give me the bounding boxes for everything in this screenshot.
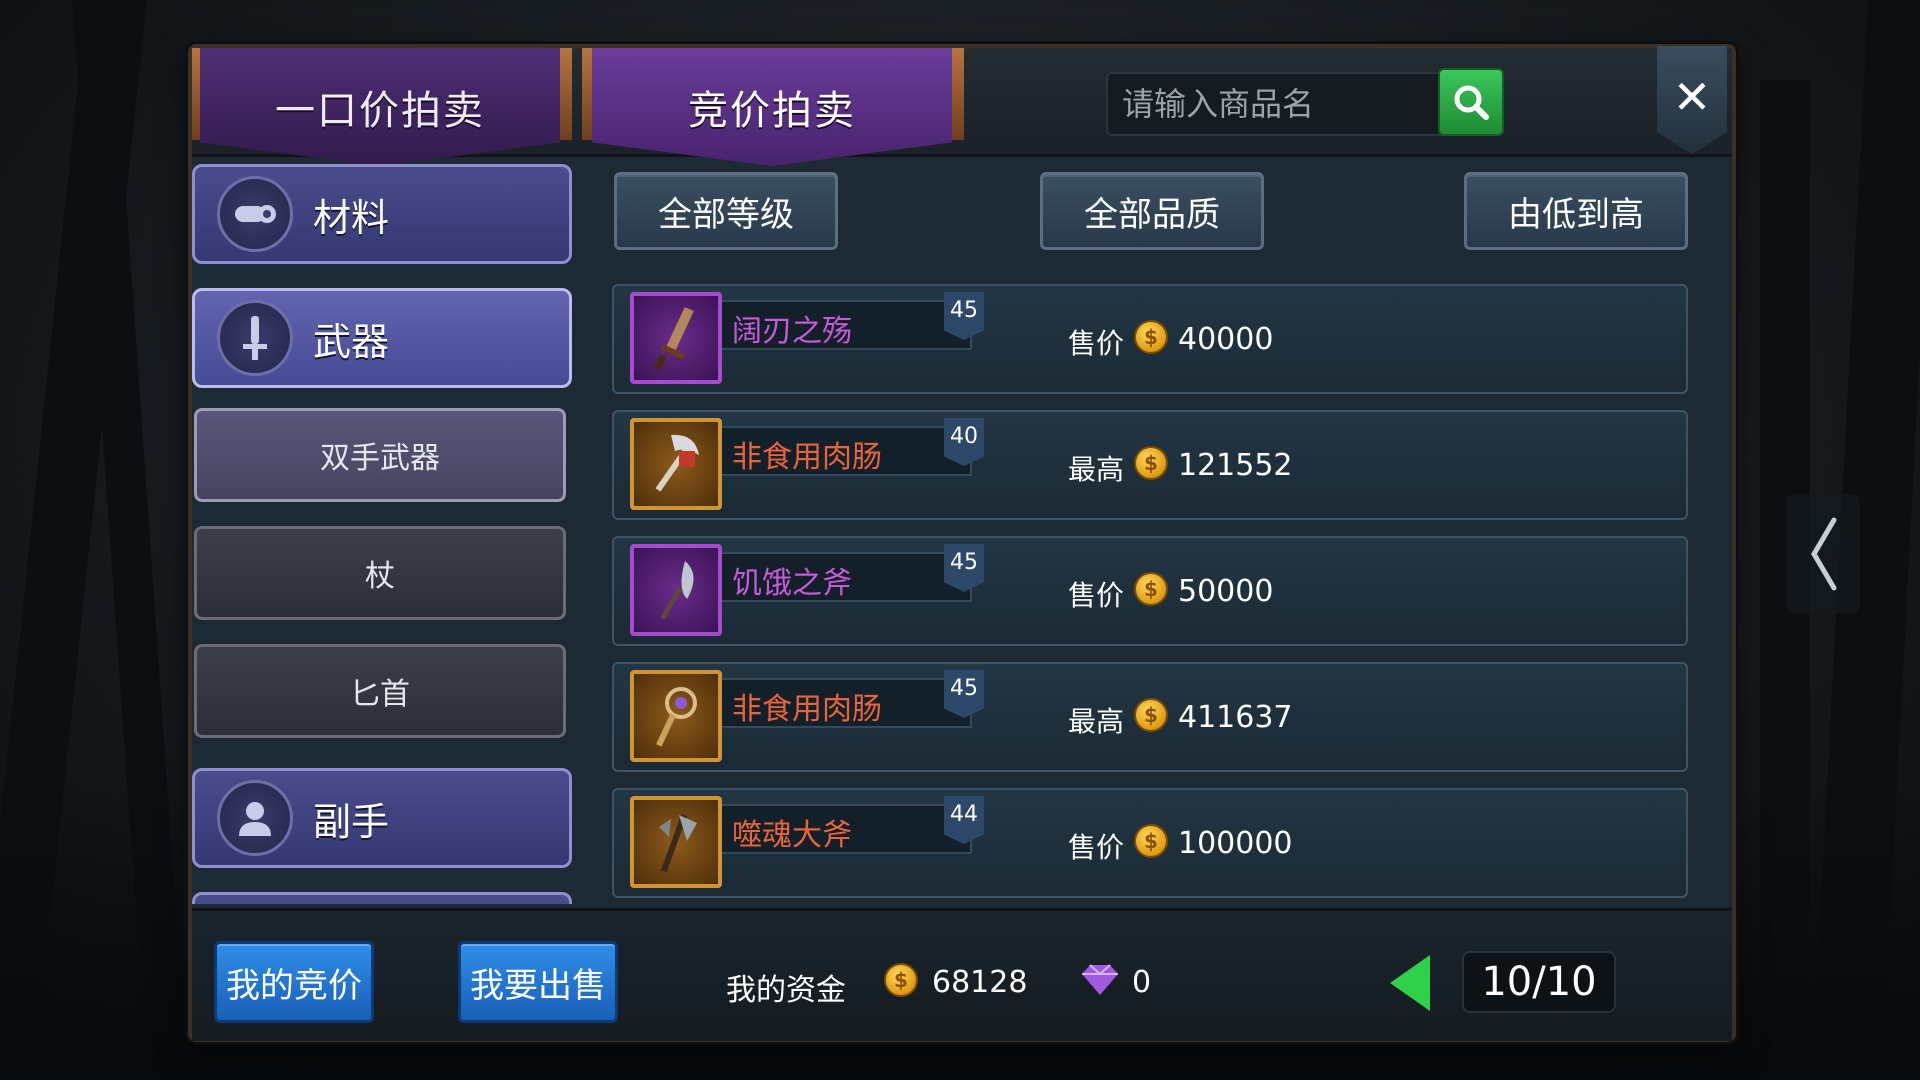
quality-filter-label: 全部品质 bbox=[1084, 194, 1220, 235]
tab-bid-auction[interactable]: 竞价拍卖 bbox=[592, 48, 952, 166]
price-value: 40000 bbox=[1178, 322, 1274, 357]
price-value: 50000 bbox=[1178, 574, 1274, 609]
diamond-amount: 0 bbox=[1132, 965, 1152, 1000]
my-bids-label: 我的竞价 bbox=[226, 965, 362, 1006]
quality-filter-button[interactable]: 全部品质 bbox=[1040, 172, 1264, 250]
category-next[interactable] bbox=[192, 892, 572, 904]
item-name: 非食用肉肠 bbox=[732, 440, 882, 475]
subcategory-label: 匕首 bbox=[350, 677, 410, 712]
search-input[interactable] bbox=[1120, 80, 1444, 128]
search-button[interactable] bbox=[1438, 68, 1504, 136]
top-bar: 一口价拍卖 竞价拍卖 ✕ bbox=[192, 46, 1732, 166]
axe-icon bbox=[630, 418, 722, 510]
search-box bbox=[1106, 72, 1450, 136]
tab-fixed-price[interactable]: 一口价拍卖 bbox=[200, 48, 560, 166]
staff-icon bbox=[630, 670, 722, 762]
tab-bid-auction-label: 竞价拍卖 bbox=[688, 88, 856, 134]
gold-coin-icon: $ bbox=[884, 963, 918, 997]
auction-item-row[interactable]: 饥饿之斧 45 售价 $ 50000 bbox=[612, 536, 1688, 646]
level-filter-label: 全部等级 bbox=[658, 194, 794, 235]
category-sidebar: 材料 武器 双手武器 杖 匕首 副手 bbox=[192, 164, 577, 904]
item-name: 饥饿之斧 bbox=[732, 566, 852, 601]
tab-edge bbox=[560, 48, 572, 140]
subcategory-two-handed[interactable]: 双手武器 bbox=[194, 408, 566, 502]
price-label: 售价 bbox=[1068, 579, 1125, 612]
category-label: 副手 bbox=[313, 799, 390, 844]
greatsword-icon bbox=[630, 292, 722, 384]
sword-icon bbox=[217, 300, 293, 376]
price-label: 售价 bbox=[1068, 831, 1125, 864]
item-name: 噬魂大斧 bbox=[732, 818, 852, 853]
sort-label: 由低到高 bbox=[1508, 194, 1644, 235]
sell-label: 我要出售 bbox=[470, 965, 606, 1006]
auction-item-row[interactable]: 阔刃之殇 45 售价 $ 40000 bbox=[612, 284, 1688, 394]
category-label: 材料 bbox=[313, 195, 390, 240]
subcategory-label: 杖 bbox=[365, 559, 395, 594]
gold-coin-icon: $ bbox=[1134, 698, 1168, 732]
category-materials[interactable]: 材料 bbox=[192, 164, 572, 264]
page-indicator: 10/10 bbox=[1462, 951, 1616, 1013]
price-value: 100000 bbox=[1178, 826, 1293, 861]
price-value: 411637 bbox=[1178, 700, 1293, 735]
item-name: 阔刃之殇 bbox=[732, 314, 852, 349]
search-icon bbox=[1454, 85, 1489, 120]
side-collapse-button[interactable] bbox=[1786, 494, 1860, 614]
category-offhand[interactable]: 副手 bbox=[192, 768, 572, 868]
close-icon: ✕ bbox=[1672, 70, 1712, 124]
sell-button[interactable]: 我要出售 bbox=[458, 941, 618, 1023]
auction-item-list: 阔刃之殇 45 售价 $ 40000 非食用肉肠 40 最高 $ 121552 … bbox=[612, 284, 1692, 914]
halberd-icon bbox=[630, 796, 722, 888]
subcategory-dagger[interactable]: 匕首 bbox=[194, 644, 566, 738]
funds-label: 我的资金 bbox=[726, 973, 846, 1008]
price-label: 售价 bbox=[1068, 327, 1125, 360]
price-label: 最高 bbox=[1068, 705, 1125, 738]
level-badge: 45 bbox=[944, 670, 984, 718]
auction-item-row[interactable]: 噬魂大斧 44 售价 $ 100000 bbox=[612, 788, 1688, 898]
feather-axe-icon bbox=[630, 544, 722, 636]
diamond-icon bbox=[1082, 964, 1118, 995]
level-badge: 40 bbox=[944, 418, 984, 466]
price-label: 最高 bbox=[1068, 453, 1125, 486]
tab-fixed-price-label: 一口价拍卖 bbox=[275, 88, 485, 134]
material-icon bbox=[217, 176, 293, 252]
level-badge: 44 bbox=[944, 796, 984, 844]
gold-amount: 68128 bbox=[932, 965, 1028, 1000]
item-name: 非食用肉肠 bbox=[732, 692, 882, 727]
offhand-icon bbox=[217, 780, 293, 856]
prev-page-arrow[interactable] bbox=[1390, 955, 1430, 1011]
auction-item-row[interactable]: 非食用肉肠 45 最高 $ 411637 bbox=[612, 662, 1688, 772]
gold-coin-icon: $ bbox=[1134, 446, 1168, 480]
level-badge: 45 bbox=[944, 544, 984, 592]
tab-edge bbox=[952, 48, 964, 140]
close-button[interactable]: ✕ bbox=[1657, 46, 1727, 154]
footer-bar: 我的竞价 我要出售 我的资金 $ 68128 0 10/10 bbox=[192, 908, 1732, 1041]
subcategory-label: 双手武器 bbox=[320, 441, 440, 476]
category-weapons[interactable]: 武器 bbox=[192, 288, 572, 388]
price-value: 121552 bbox=[1178, 448, 1293, 483]
gold-coin-icon: $ bbox=[1134, 572, 1168, 606]
my-bids-button[interactable]: 我的竞价 bbox=[214, 941, 374, 1023]
gold-coin-icon: $ bbox=[1134, 320, 1168, 354]
gold-coin-icon: $ bbox=[1134, 824, 1168, 858]
sort-button[interactable]: 由低到高 bbox=[1464, 172, 1688, 250]
level-badge: 45 bbox=[944, 292, 984, 340]
category-label: 武器 bbox=[313, 319, 390, 364]
auction-item-row[interactable]: 非食用肉肠 40 最高 $ 121552 bbox=[612, 410, 1688, 520]
level-filter-button[interactable]: 全部等级 bbox=[614, 172, 838, 250]
auction-panel: 一口价拍卖 竞价拍卖 ✕ 材料 bbox=[188, 44, 1736, 1042]
chevron-left-icon bbox=[1811, 517, 1837, 591]
subcategory-staff[interactable]: 杖 bbox=[194, 526, 566, 620]
